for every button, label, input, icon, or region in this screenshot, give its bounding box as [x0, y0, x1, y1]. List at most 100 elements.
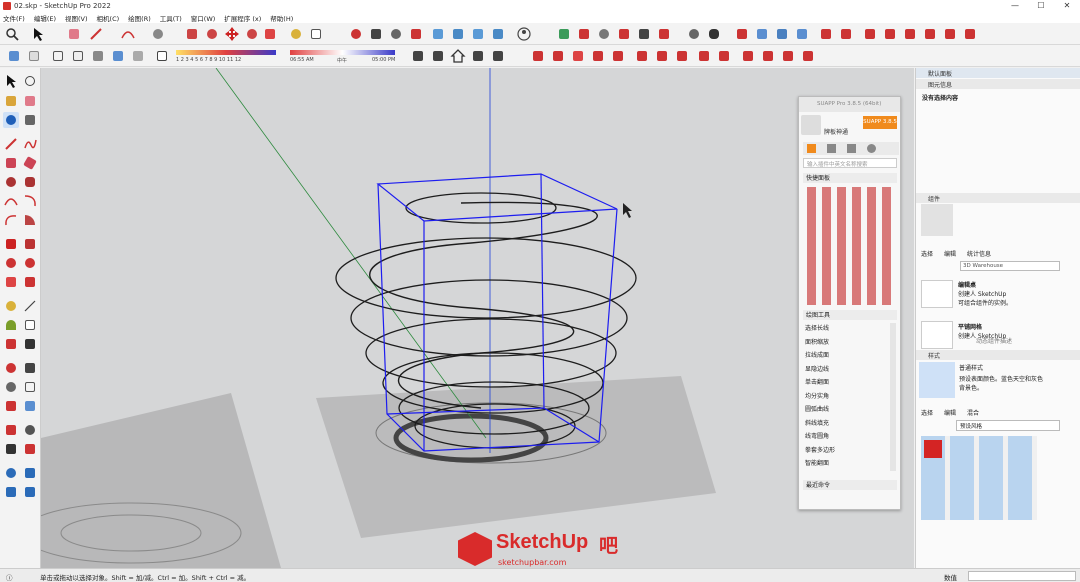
rotate-icon[interactable]: [3, 255, 19, 271]
ext-3-icon[interactable]: [902, 26, 918, 42]
comp-tab-edit[interactable]: 编辑: [944, 249, 956, 258]
plugin-tool-item[interactable]: 拳套多边形: [805, 445, 887, 459]
previous-view-icon[interactable]: [22, 398, 38, 414]
suapp-settings-icon[interactable]: [847, 144, 856, 153]
extension-warehouse-icon[interactable]: [430, 48, 446, 64]
ext-1-icon[interactable]: [862, 26, 878, 42]
zoom-tool-icon[interactable]: [3, 379, 19, 395]
component-1-thumbnail[interactable]: [921, 280, 953, 308]
three-point-arc-icon[interactable]: [3, 212, 19, 228]
suapp-6-icon[interactable]: [634, 48, 650, 64]
menu-draw[interactable]: 绘图(R): [128, 13, 151, 23]
eraser-tool-icon[interactable]: [22, 93, 38, 109]
close-button[interactable]: ✕: [1054, 0, 1080, 12]
axes-tool-icon[interactable]: [3, 336, 19, 352]
plugin-icon-grid[interactable]: [807, 187, 897, 305]
pie-icon[interactable]: [22, 212, 38, 228]
zoom-extents-icon[interactable]: [408, 26, 424, 42]
ext-5-icon[interactable]: [942, 26, 958, 42]
menu-extensions[interactable]: 扩展程序 (x): [224, 13, 261, 23]
polygon-icon[interactable]: [22, 174, 38, 190]
section-plane-icon[interactable]: [22, 441, 38, 457]
position-camera-tool-icon[interactable]: [3, 422, 19, 438]
monochrome-icon[interactable]: [130, 48, 146, 64]
menu-tools[interactable]: 工具(T): [160, 13, 182, 23]
comp-tab-select[interactable]: 选择: [921, 249, 933, 258]
paint-bucket-icon[interactable]: [3, 93, 19, 109]
text-icon[interactable]: [22, 317, 38, 333]
suapp-4-icon[interactable]: [590, 48, 606, 64]
tag-tool-icon[interactable]: [22, 112, 38, 128]
measurements-input[interactable]: [968, 571, 1076, 581]
suapp-12-icon[interactable]: [760, 48, 776, 64]
zoom-window-icon[interactable]: [22, 379, 38, 395]
plugin-tool-item[interactable]: 拉线成面: [805, 350, 887, 364]
extension-tool-icon[interactable]: [22, 465, 38, 481]
view-right-icon[interactable]: [490, 26, 506, 42]
minimize-button[interactable]: —: [1002, 0, 1028, 12]
follow-me-tool-icon[interactable]: [22, 255, 38, 271]
ruby-icon[interactable]: [818, 26, 834, 42]
select-arrow-icon[interactable]: [30, 26, 46, 42]
follow-me-icon[interactable]: [204, 26, 220, 42]
view-top-icon[interactable]: [450, 26, 466, 42]
position-camera-icon[interactable]: [656, 26, 672, 42]
menu-view[interactable]: 视图(V): [65, 13, 88, 23]
circle-icon[interactable]: [3, 174, 19, 190]
style-tab-select[interactable]: 选择: [921, 408, 933, 417]
view-iso-icon[interactable]: [430, 26, 446, 42]
push-pull-tool-icon[interactable]: [22, 236, 38, 252]
rotated-rect-icon[interactable]: [22, 155, 38, 171]
rectangle-icon[interactable]: [3, 155, 19, 171]
warehouse-icon[interactable]: [410, 48, 426, 64]
rotate-tool-icon[interactable]: [244, 26, 260, 42]
move-tool-icon[interactable]: [224, 26, 240, 42]
comp-tab-stats[interactable]: 统计信息: [967, 249, 991, 258]
plugin-tool-item[interactable]: 线弯圆角: [805, 431, 887, 445]
share-tool-icon[interactable]: [22, 484, 38, 500]
offset-icon[interactable]: [22, 274, 38, 290]
share-model-icon[interactable]: [470, 48, 486, 64]
search-tool-icon[interactable]: [4, 26, 20, 42]
sandbox-2-icon[interactable]: [576, 26, 592, 42]
pencil-line-icon[interactable]: [88, 26, 104, 42]
suapp-version-badge[interactable]: SUAPP 3.8.5: [863, 116, 897, 129]
front-view-2-icon[interactable]: [794, 26, 810, 42]
suapp-icon[interactable]: [530, 48, 546, 64]
layout-icon[interactable]: [3, 484, 19, 500]
tape-icon[interactable]: [3, 298, 19, 314]
view-front-icon[interactable]: [470, 26, 486, 42]
tape-measure-icon[interactable]: [288, 26, 304, 42]
components-header[interactable]: 组件: [916, 193, 1080, 203]
hidden-line-icon[interactable]: [70, 48, 86, 64]
active-style-thumbnail[interactable]: [924, 440, 942, 458]
axes-icon[interactable]: [734, 26, 750, 42]
pan-tool-icon[interactable]: [22, 360, 38, 376]
suapp-10-icon[interactable]: [716, 48, 732, 64]
style-filter-select[interactable]: 预设风格: [956, 420, 1060, 431]
walk-icon[interactable]: [596, 26, 612, 42]
entity-info-header[interactable]: 图元信息: [916, 79, 1080, 89]
3d-viewport[interactable]: [41, 68, 914, 568]
plugin-scrollbar[interactable]: [890, 323, 896, 471]
plugin-tool-item[interactable]: 斜线填充: [805, 418, 887, 432]
text-tool-icon[interactable]: [308, 26, 324, 42]
menu-help[interactable]: 帮助(H): [270, 13, 293, 23]
plugin-tool-item[interactable]: 显隐边线: [805, 364, 887, 378]
protractor-icon[interactable]: [3, 317, 19, 333]
plugin-tool-item[interactable]: 均分实角: [805, 391, 887, 405]
suapp-search-icon[interactable]: [867, 144, 876, 153]
user-account-icon[interactable]: [516, 26, 532, 42]
line-icon[interactable]: [3, 136, 19, 152]
month-slider[interactable]: [176, 50, 276, 55]
suapp-9-icon[interactable]: [696, 48, 712, 64]
ruby-2-icon[interactable]: [838, 26, 854, 42]
iso-view-2-icon[interactable]: [754, 26, 770, 42]
shaded-icon[interactable]: [90, 48, 106, 64]
suapp-search-input[interactable]: 输入插件中英文名称搜索: [803, 158, 897, 168]
xray-icon[interactable]: [6, 48, 22, 64]
menu-window[interactable]: 窗口(W): [191, 13, 216, 23]
send-layout-icon[interactable]: [490, 48, 506, 64]
scale-icon[interactable]: [3, 274, 19, 290]
plugin-tool-item[interactable]: 智能翻面: [805, 458, 887, 472]
